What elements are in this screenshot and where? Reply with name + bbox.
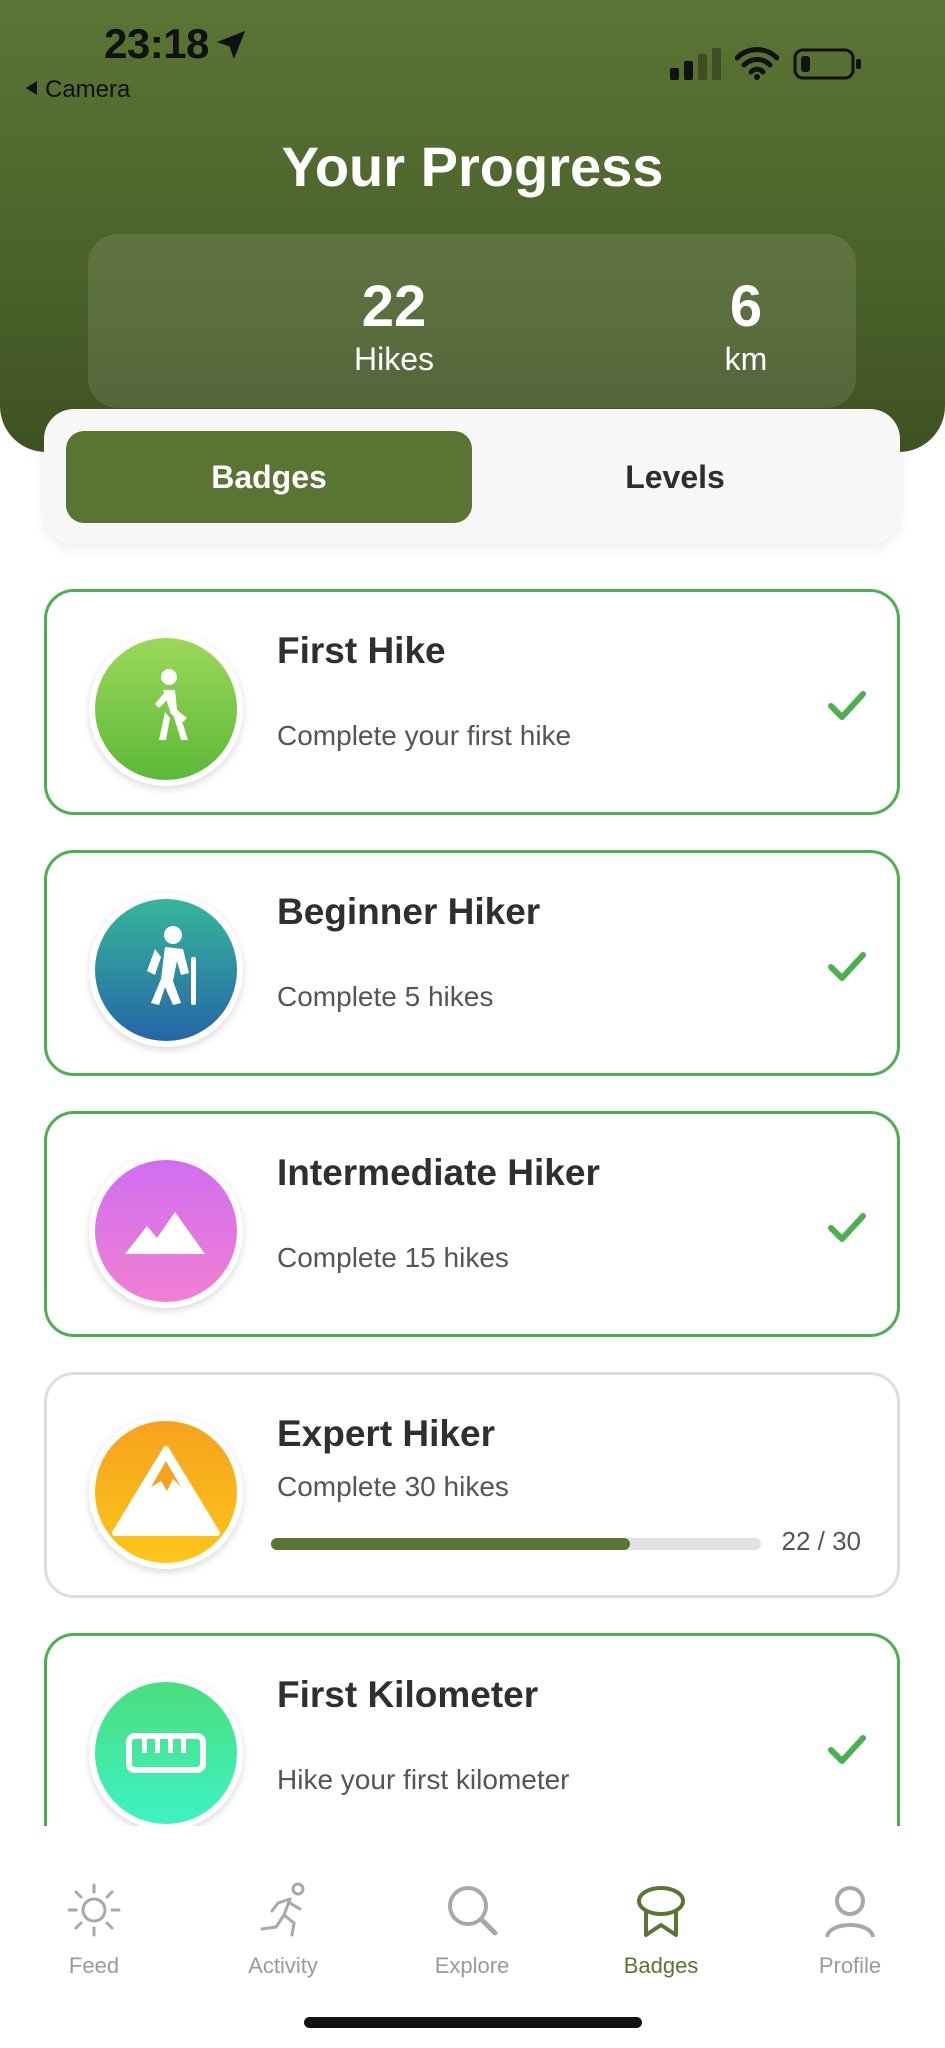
levels-tab-button[interactable]: Levels <box>472 431 878 523</box>
profile-icon <box>825 1886 875 1938</box>
progress-fill <box>271 1538 631 1550</box>
badge-description: Complete 5 hikes <box>277 981 494 1012</box>
checkmark-icon <box>828 691 866 720</box>
badge-list[interactable]: First Hike Complete your first hike Begi… <box>0 0 945 1826</box>
badge-title: Expert Hiker <box>277 1413 495 1454</box>
tab-profile[interactable]: Profile <box>775 1881 925 1979</box>
search-icon <box>448 1886 498 1936</box>
hiker-walk-icon <box>95 638 237 780</box>
mountain-peak-icon <box>95 1421 237 1563</box>
badge-card-beginner-hiker[interactable]: Beginner Hiker Complete 5 hikes <box>44 850 900 1076</box>
tab-badges[interactable]: Badges <box>586 1881 736 1979</box>
sun-icon <box>67 1883 121 1937</box>
mountain-icon <box>95 1160 237 1302</box>
badge-card-first-kilometer[interactable]: First Kilometer Hike your first kilomete… <box>44 1633 900 1826</box>
ruler-icon <box>95 1682 237 1824</box>
badge-title: Beginner Hiker <box>277 891 541 932</box>
tab-activity[interactable]: Activity <box>208 1881 358 1979</box>
tab-badges-label: Badges <box>623 1953 699 1978</box>
badge-card-first-hike[interactable]: First Hike Complete your first hike <box>44 589 900 815</box>
badge-card-intermediate-hiker[interactable]: Intermediate Hiker Complete 15 hikes <box>44 1111 900 1337</box>
badges-tab-button[interactable]: Badges <box>66 431 472 523</box>
tab-explore[interactable]: Explore <box>397 1881 547 1979</box>
tab-explore-label: Explore <box>434 1953 510 1978</box>
running-icon <box>260 1882 305 1937</box>
badge-circle <box>89 1415 243 1569</box>
home-indicator <box>304 2017 642 2028</box>
tab-feed[interactable]: Feed <box>19 1881 169 1979</box>
checkmark-icon <box>828 1213 866 1242</box>
tab-feed-label: Feed <box>68 1953 120 1978</box>
badge-circle <box>89 893 243 1047</box>
tab-profile-label: Profile <box>818 1953 882 1978</box>
badge-description: Complete 15 hikes <box>277 1242 509 1273</box>
checkmark-icon <box>828 952 866 981</box>
badge-title: Intermediate Hiker <box>277 1152 600 1193</box>
badge-title: First Kilometer <box>277 1674 539 1715</box>
badge-description: Complete 30 hikes <box>277 1471 509 1502</box>
badge-circle <box>89 1676 243 1826</box>
bottom-tab-bar: Feed Activity Explore Badges Profile <box>0 1826 945 2048</box>
badge-description: Hike your first kilometer <box>277 1764 570 1795</box>
hiker-poles-icon <box>95 899 237 1041</box>
badge-icon <box>637 1886 685 1937</box>
badges-levels-toggle: Badges Levels <box>44 409 900 544</box>
badge-card-expert-hiker[interactable]: Expert Hiker Complete 30 hikes 22 / 30 <box>44 1372 900 1598</box>
tab-activity-label: Activity <box>248 1953 318 1978</box>
progress-text: 22 / 30 <box>781 1526 861 1556</box>
badge-circle <box>89 1154 243 1308</box>
badge-title: First Hike <box>277 630 446 671</box>
badge-description: Complete your first hike <box>277 720 572 751</box>
checkmark-icon <box>828 1735 866 1764</box>
progress-bar <box>271 1538 761 1550</box>
badge-circle <box>89 632 243 786</box>
